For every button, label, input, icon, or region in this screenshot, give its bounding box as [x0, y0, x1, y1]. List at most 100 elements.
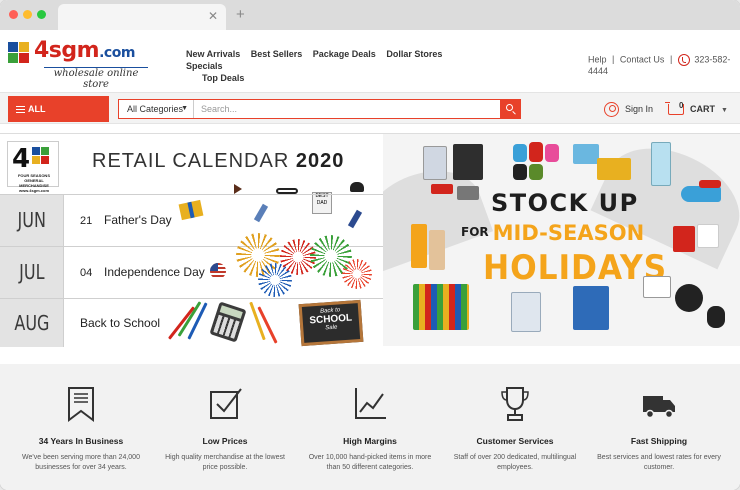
retail-calendar-banner[interactable]: 4 FOUR SEASONS GENERAL MERCHANDISE www.4… [0, 133, 383, 347]
browser-window: ✕ + 4sgm.com wholesale online store New … [0, 0, 740, 490]
cologne-image [573, 286, 609, 330]
search-button[interactable] [500, 99, 521, 119]
help-link[interactable]: Help [588, 54, 607, 64]
contact-link[interactable]: Contact Us [620, 54, 665, 64]
all-categories-button[interactable]: ALL CATEGORIES▼ [8, 96, 109, 140]
feature-title: Low Prices [202, 436, 248, 446]
close-tab-icon[interactable]: ✕ [208, 9, 218, 23]
badge-text: FOUR SEASONS GENERAL MERCHANDISE www.4sg… [17, 173, 50, 193]
firework-icon [258, 263, 292, 297]
top-navigation: New Arrivals Best Sellers Package Deals … [186, 48, 476, 84]
product-image [651, 142, 671, 186]
separator: | [669, 54, 673, 65]
feature-low-prices: Low Prices High quality merchandise at t… [151, 384, 299, 473]
site-header: 4sgm.com wholesale online store New Arri… [0, 30, 740, 92]
water-gun-image [681, 186, 721, 202]
trophy-icon [501, 387, 529, 421]
logo-tagline: wholesale online store [44, 67, 148, 90]
calendar-title: RETAIL CALENDAR 2020 [92, 150, 345, 172]
hat-icon [350, 182, 364, 192]
product-image [529, 164, 543, 180]
month-label: AUG [0, 299, 64, 347]
bookmark-ribbon-icon [68, 387, 94, 422]
logo-wordmark: 4sgm.com [34, 38, 135, 63]
feature-years-in-business: 34 Years In Business We've been serving … [7, 384, 155, 473]
product-image [431, 184, 453, 194]
feature-description: Over 10,000 hand-picked items in more th… [308, 454, 432, 471]
calendar-row-jul[interactable]: JUL 04 Independence Day [0, 233, 383, 299]
product-image [707, 306, 725, 328]
firework-icon [342, 259, 372, 289]
calendar-row-aug[interactable]: AUG Back to School Back to SCHOOL Sale [0, 298, 383, 347]
promo-line-3: HOLIDAYS [483, 248, 668, 288]
bbq-grill-image [675, 284, 703, 312]
new-tab-icon[interactable]: + [236, 6, 245, 23]
feature-title: 34 Years In Business [38, 436, 124, 446]
product-image [673, 226, 695, 252]
cart-icon: 0 [665, 101, 684, 116]
product-image [699, 180, 721, 188]
product-image [453, 144, 483, 180]
product-image [643, 276, 671, 298]
sign-in-link[interactable]: Sign In [604, 101, 653, 118]
truck-icon [643, 396, 675, 419]
hamburger-icon [16, 106, 25, 113]
event-label: 21 Father's Day [80, 213, 172, 227]
cart-button[interactable]: 0 CART ▼ [665, 101, 728, 119]
feature-high-margins: High Margins Over 10,000 hand-picked ite… [296, 384, 444, 473]
product-image [429, 230, 445, 270]
category-select[interactable]: All Categories ▼ [119, 100, 194, 118]
minimize-window-dot[interactable] [23, 10, 32, 19]
separator: | [612, 54, 615, 65]
feature-title: Customer Services [476, 436, 554, 446]
month-label: JUN [0, 195, 64, 246]
features-strip: 34 Years In Business We've been serving … [0, 364, 740, 490]
maximize-window-dot[interactable] [37, 10, 46, 19]
nav-best-sellers[interactable]: Best Sellers [251, 49, 303, 59]
phone-icon [677, 54, 690, 66]
four-seasons-badge: 4 FOUR SEASONS GENERAL MERCHANDISE www.4… [7, 141, 59, 193]
product-image [423, 146, 447, 180]
search-input[interactable]: Search... [201, 100, 237, 118]
search-icon [506, 104, 513, 111]
feature-title: Fast Shipping [630, 436, 688, 446]
nav-specials[interactable]: Specials [186, 61, 223, 71]
bowtie-icon [234, 184, 242, 194]
stock-up-promo-banner[interactable]: STOCK UP FOR MID-SEASON HOLIDAYS [383, 133, 740, 346]
cart-count: 0 [679, 101, 684, 111]
logo-squares-icon [8, 42, 30, 64]
feature-description: High quality merchandise at the lowest p… [165, 454, 285, 471]
feature-description: Best services and lowest rates for every… [597, 454, 721, 471]
nav-new-arrivals[interactable]: New Arrivals [186, 49, 240, 59]
product-image [545, 144, 559, 162]
product-image [411, 224, 427, 268]
event-label: 04 Independence Day [80, 247, 226, 299]
search-bar-row: ALL CATEGORIES▼ All Categories▼ Search..… [0, 92, 740, 140]
nav-package-deals[interactable]: Package Deals [313, 49, 376, 59]
browser-tab[interactable]: ✕ [58, 4, 226, 30]
close-window-dot[interactable] [9, 10, 18, 19]
product-image [529, 142, 543, 162]
feature-description: Staff of over 200 dedicated, multilingua… [453, 454, 577, 471]
razor-image [511, 292, 541, 332]
feature-title: High Margins [343, 436, 397, 446]
promo-line-2: FOR MID-SEASON [461, 221, 645, 245]
feature-fast-shipping: Fast Shipping Best services and lowest r… [585, 384, 733, 473]
chevron-down-icon: ▼ [721, 107, 728, 114]
browser-chrome: ✕ + [0, 0, 740, 30]
product-image [457, 186, 479, 200]
crayons-image [413, 284, 469, 330]
back-to-school-chalkboard: Back to SCHOOL Sale [298, 299, 364, 347]
event-label: Back to School [80, 316, 161, 330]
product-image [697, 224, 719, 248]
product-image [597, 158, 631, 180]
product-image [573, 144, 599, 164]
line-chart-icon [355, 388, 386, 419]
feature-customer-services: Customer Services Staff of over 200 dedi… [441, 384, 589, 473]
nav-dollar-stores[interactable]: Dollar Stores [386, 49, 442, 59]
calculator-icon [209, 301, 247, 343]
month-label: JUL [0, 247, 64, 298]
product-image [513, 144, 527, 162]
site-logo[interactable]: 4sgm.com wholesale online store [8, 38, 148, 90]
nav-top-deals[interactable]: Top Deals [202, 73, 244, 83]
